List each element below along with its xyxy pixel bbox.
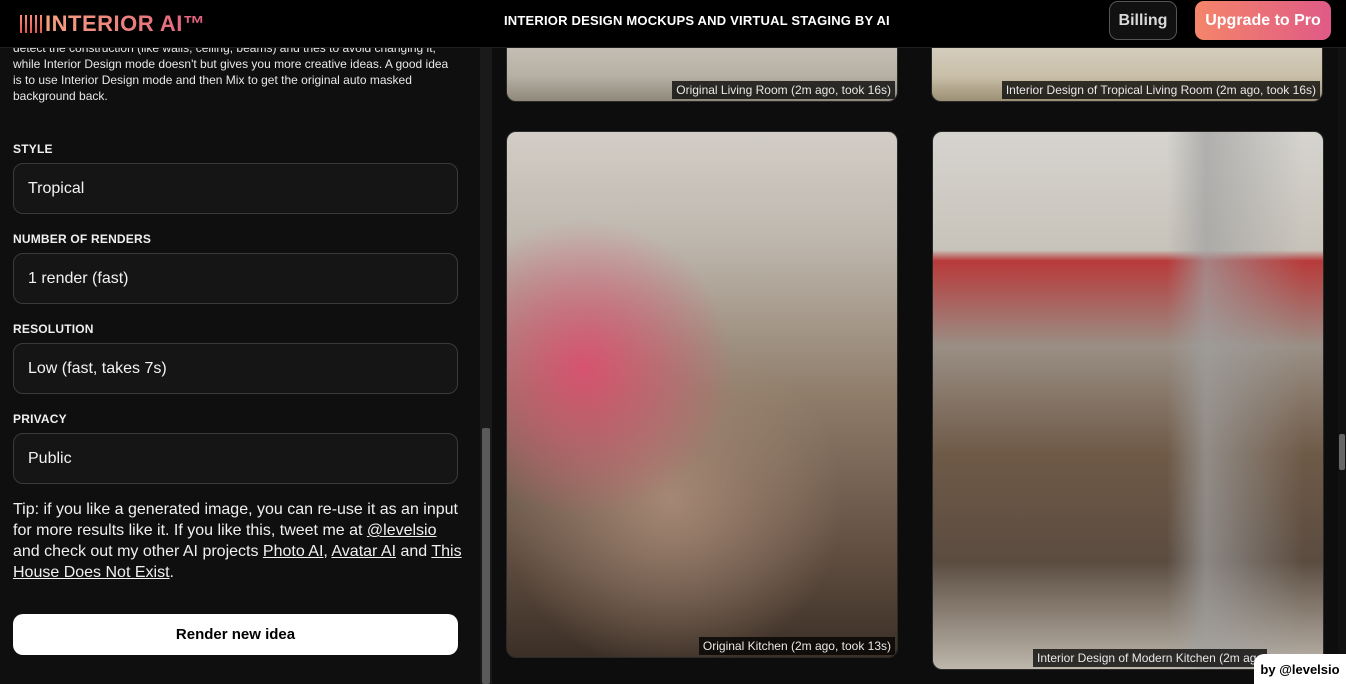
image-caption: Original Living Room (2m ago, took 16s) (672, 81, 895, 99)
upgrade-to-pro-button[interactable]: Upgrade to Pro (1195, 1, 1331, 40)
mode-description: detect the construction (like walls, cei… (13, 48, 449, 103)
result-image-original-kitchen[interactable]: Original Kitchen (2m ago, took 13s) (506, 131, 898, 658)
panel-scroll-thumb[interactable] (482, 428, 490, 684)
resolution-select[interactable]: Low (fast, takes 7s) (13, 343, 458, 394)
gallery-scroll-thumb[interactable] (1339, 434, 1345, 470)
by-levelsio-badge[interactable]: by @levelsio (1254, 654, 1346, 684)
avatar-ai-link[interactable]: Avatar AI (331, 543, 396, 560)
result-image-tropical-living-room[interactable]: Interior Design of Tropical Living Room … (931, 48, 1323, 102)
billing-button[interactable]: Billing (1109, 1, 1177, 40)
resolution-label: RESOLUTION (13, 322, 94, 336)
image-caption: Interior Design of Modern Kitchen (2m ag… (1033, 649, 1268, 667)
settings-panel: detect the construction (like walls, cei… (0, 48, 480, 684)
result-image-original-living-room[interactable]: Original Living Room (2m ago, took 16s) (506, 48, 898, 102)
header-title: INTERIOR DESIGN MOCKUPS AND VIRTUAL STAG… (504, 13, 890, 28)
tip-text-part: and check out my other AI projects (13, 543, 263, 560)
image-caption: Original Kitchen (2m ago, took 13s) (698, 637, 895, 655)
image-caption: Interior Design of Tropical Living Room … (1001, 81, 1320, 99)
privacy-select[interactable]: Public (13, 433, 458, 484)
logo-bars-icon (20, 15, 42, 33)
panel-scrollbar[interactable] (480, 48, 492, 684)
logo-text: INTERIOR AI™ (45, 11, 206, 36)
tip-text-part: . (169, 564, 174, 581)
tip-text: Tip: if you like a generated image, you … (13, 499, 463, 583)
privacy-label: PRIVACY (13, 412, 67, 426)
render-new-idea-button[interactable]: Render new idea (13, 614, 458, 655)
renders-label: NUMBER OF RENDERS (13, 232, 152, 246)
twitter-link[interactable]: @levelsio (367, 522, 437, 539)
logo[interactable]: INTERIOR AI™ (20, 10, 205, 38)
style-select[interactable]: Tropical (13, 163, 458, 214)
top-header: INTERIOR AI™ INTERIOR DESIGN MOCKUPS AND… (0, 0, 1346, 48)
renders-select[interactable]: 1 render (fast) (13, 253, 458, 304)
photo-ai-link[interactable]: Photo AI (263, 543, 324, 560)
tip-text-part: and (396, 543, 432, 560)
results-gallery: Original Living Room (2m ago, took 16s) … (492, 48, 1346, 684)
gallery-scrollbar[interactable] (1338, 48, 1346, 684)
result-image-modern-kitchen[interactable]: Interior Design of Modern Kitchen (2m ag… (932, 131, 1324, 670)
style-label: STYLE (13, 142, 53, 156)
